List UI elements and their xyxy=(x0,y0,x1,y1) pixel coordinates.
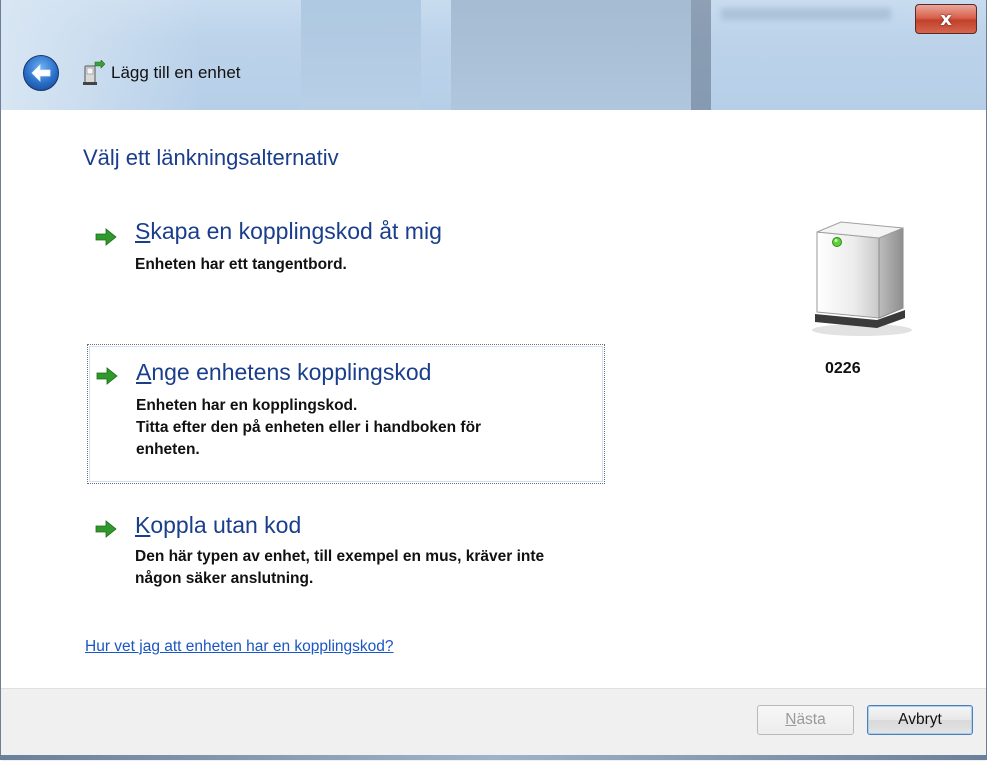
title-bar: x Lägg till en enhet xyxy=(1,0,986,110)
taskbar-edge xyxy=(0,755,987,760)
close-button[interactable]: x xyxy=(915,4,977,34)
add-device-wizard-icon xyxy=(83,60,105,85)
wizard-footer: Nästa Avbryt xyxy=(1,688,986,761)
help-link[interactable]: Hur vet jag att enheten har en kopplings… xyxy=(85,638,394,656)
option-create-code[interactable]: Skapa en kopplingskod åt mig Enheten har… xyxy=(87,214,607,294)
back-arrow-icon xyxy=(31,64,51,82)
device-name: 0226 xyxy=(825,360,861,377)
device-icon xyxy=(812,221,912,336)
back-button[interactable] xyxy=(23,55,59,91)
option-label: Ange enhetens kopplingskod xyxy=(136,359,432,385)
option-enter-device-code[interactable]: Ange enhetens kopplingskod Enheten har e… xyxy=(87,344,605,484)
next-button[interactable]: Nästa xyxy=(757,705,854,735)
option-description: Enheten har ett tangentbord. xyxy=(135,256,347,273)
green-arrow-icon xyxy=(95,228,117,246)
option-label: Koppla utan kod xyxy=(135,512,302,538)
option-description: Den här typen av enhet, till exempel en … xyxy=(135,548,545,587)
cancel-button[interactable]: Avbryt xyxy=(867,705,973,735)
page-heading: Välj ett länkningsalternativ xyxy=(83,145,339,170)
green-arrow-icon xyxy=(96,367,118,385)
option-label: Skapa en kopplingskod åt mig xyxy=(135,218,442,244)
option-pair-without-code[interactable]: Koppla utan kod Den här typen av enhet, … xyxy=(87,510,617,600)
green-arrow-icon xyxy=(95,520,117,538)
window-title: Lägg till en enhet xyxy=(111,63,241,82)
add-device-window: x Lägg till en enhet Välj ett länkningsa… xyxy=(0,0,987,761)
wizard-content: Välj ett länkningsalternativ Skapa en ko… xyxy=(1,110,986,688)
option-description: Enheten har en kopplingskod. Titta efter… xyxy=(136,397,482,458)
close-icon: x xyxy=(940,8,952,30)
